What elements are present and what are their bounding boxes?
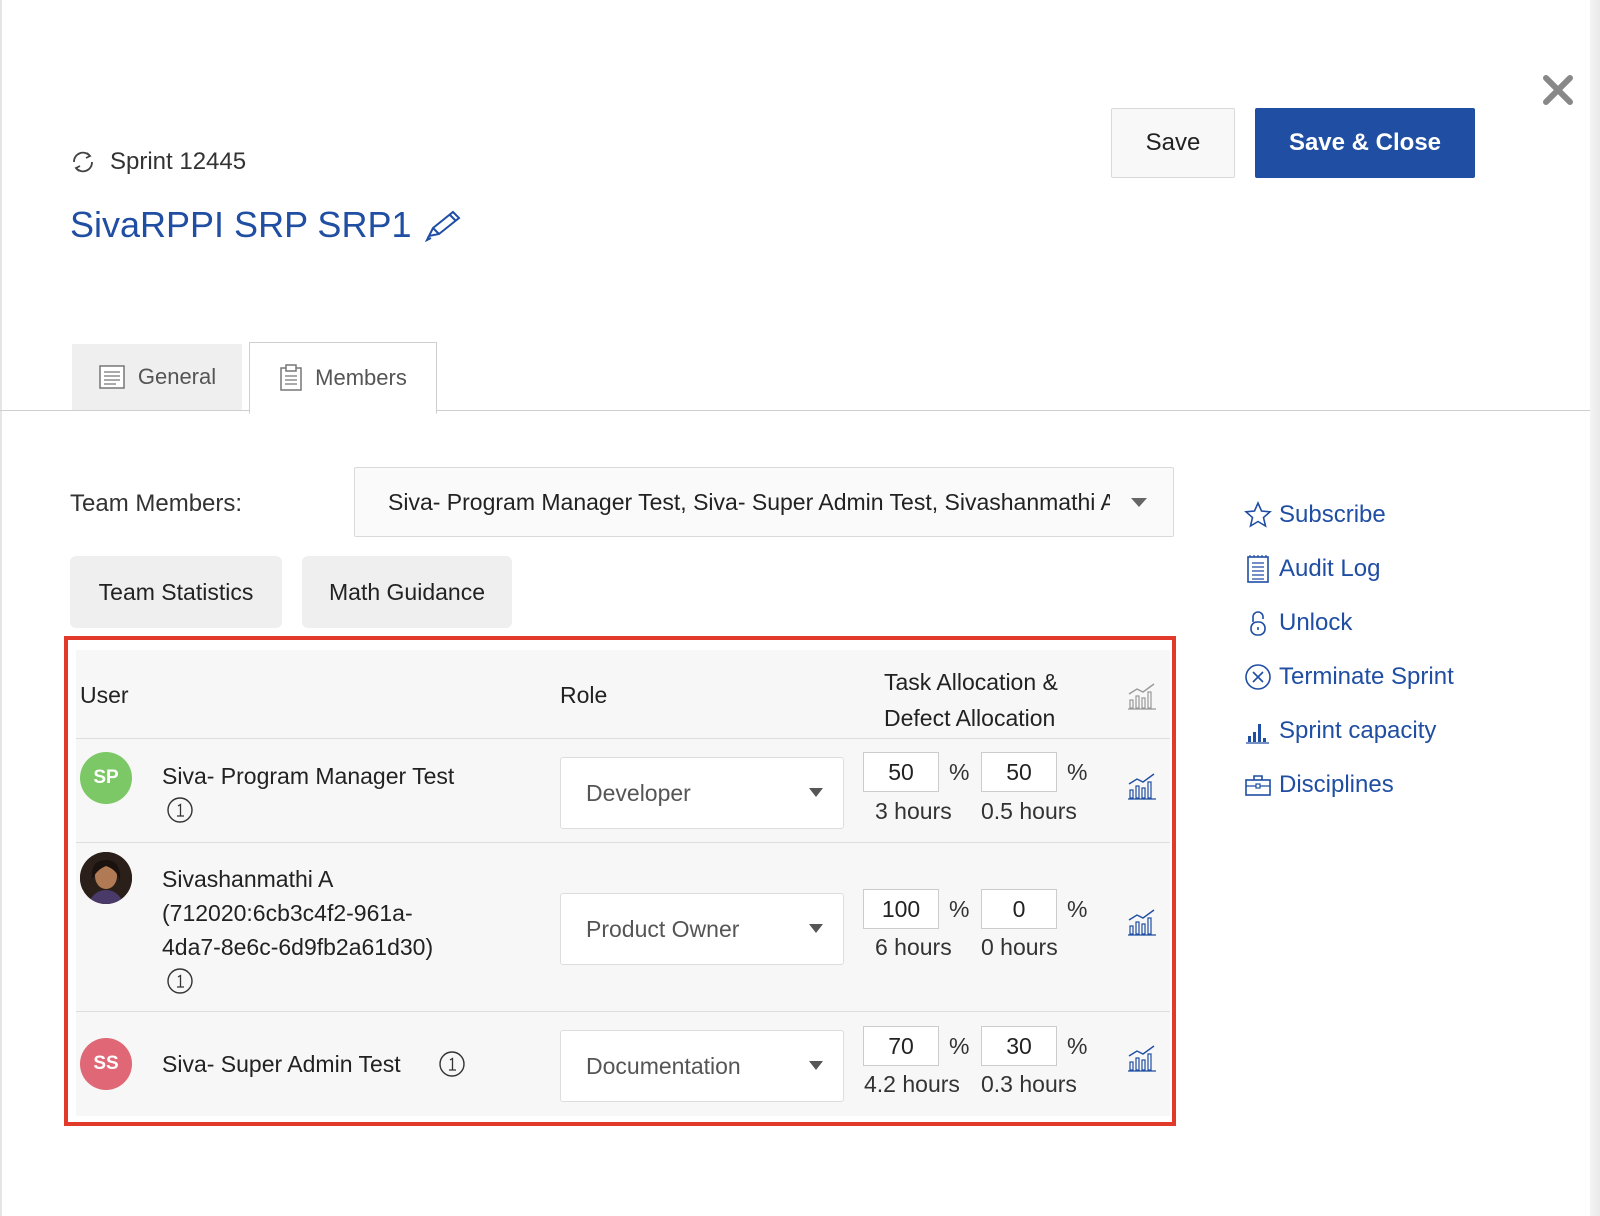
avatar-initials: SP <box>93 767 119 788</box>
user-name: Siva- Super Admin Test <box>162 1047 401 1081</box>
role-select[interactable]: Documentation <box>560 1030 844 1102</box>
role-value: Product Owner <box>586 915 740 942</box>
unlock-label: Unlock <box>1279 609 1353 636</box>
lock-icon <box>1250 611 1266 636</box>
title-row: SivaRPPI SRP SRP1 <box>70 204 463 246</box>
notepad-icon <box>1247 555 1269 583</box>
team-members-value: Siva- Program Manager Test, Siva- Super … <box>388 488 1110 515</box>
user-name: Siva- Program Manager Test <box>162 759 454 793</box>
sprint-capacity-label: Sprint capacity <box>1279 717 1437 744</box>
task-hours: 4.2 hours <box>864 1071 960 1097</box>
defect-allocation-input[interactable]: 0 <box>981 889 1057 929</box>
percent-sign: % <box>949 1033 970 1059</box>
info-icon[interactable] <box>166 967 194 995</box>
row-divider <box>76 842 1170 843</box>
terminate-sprint-link[interactable]: Terminate Sprint <box>1243 650 1454 704</box>
page-title: SivaRPPI SRP SRP1 <box>70 204 412 245</box>
percent-sign: % <box>1067 896 1088 922</box>
avatar <box>80 852 132 904</box>
close-icon[interactable] <box>1540 72 1576 108</box>
defect-hours: 0 hours <box>981 934 1058 960</box>
user-name-line: Sivashanmathi A <box>162 866 334 892</box>
briefcase-icon <box>1245 775 1271 796</box>
task-hours: 6 hours <box>875 934 952 960</box>
avatar: SS <box>80 1038 132 1090</box>
save-button[interactable]: Save <box>1111 108 1235 178</box>
role-select[interactable]: Developer <box>560 757 844 829</box>
row-divider <box>76 738 1170 739</box>
bar-chart-icon <box>1246 724 1269 744</box>
terminate-sprint-label: Terminate Sprint <box>1279 663 1454 690</box>
tabs-divider <box>0 410 1590 411</box>
tab-general-label: General <box>137 364 217 389</box>
user-name: Sivashanmathi A (712020:6cb3c4f2-961a- 4… <box>162 862 433 964</box>
header-allocation-line2: Defect Allocation <box>884 705 1056 731</box>
percent-sign: % <box>1067 759 1088 785</box>
header-allocation-line1: Task Allocation & <box>884 669 1058 695</box>
row-divider <box>76 1011 1170 1012</box>
defect-allocation-input[interactable]: 30 <box>981 1026 1057 1066</box>
chart-icon[interactable] <box>1126 680 1158 712</box>
sprint-capacity-link[interactable]: Sprint capacity <box>1243 704 1454 758</box>
avatar-initials: SS <box>93 1053 119 1074</box>
circle-x-icon <box>1245 664 1271 690</box>
star-icon <box>1244 501 1272 528</box>
chart-icon[interactable] <box>1126 770 1158 802</box>
user-name-line: Siva- Super Admin Test <box>162 1051 401 1077</box>
audit-log-label: Audit Log <box>1279 555 1381 582</box>
percent-sign: % <box>1067 1033 1088 1059</box>
sprint-label-row: Sprint 12445 <box>70 148 246 176</box>
header-role: Role <box>560 682 608 708</box>
percent-sign: % <box>949 759 970 785</box>
info-icon[interactable] <box>438 1050 466 1078</box>
chart-icon[interactable] <box>1126 1042 1158 1074</box>
team-members-select[interactable]: Siva- Program Manager Test, Siva- Super … <box>354 467 1174 537</box>
header-allocation: Task Allocation & Defect Allocation <box>884 664 1058 736</box>
defect-hours: 0.3 hours <box>981 1071 1077 1097</box>
sprint-cycle-icon <box>73 151 93 173</box>
disciplines-link[interactable]: Disciplines <box>1243 758 1454 812</box>
side-actions: Subscribe Audit Log Unlock Terminate Spr… <box>1243 488 1454 812</box>
user-name-line: Siva- Program Manager Test <box>162 763 455 789</box>
avatar: SP <box>80 752 132 804</box>
tab-members-label: Members <box>315 365 407 390</box>
task-allocation-input[interactable]: 50 <box>863 752 939 792</box>
chevron-down-icon <box>809 1061 823 1070</box>
right-edge-shadow <box>1590 0 1600 1216</box>
team-statistics-button[interactable]: Team Statistics <box>70 556 282 628</box>
tab-general[interactable]: General <box>72 344 242 410</box>
chevron-down-icon <box>809 924 823 933</box>
team-members-label: Team Members: <box>70 490 243 517</box>
audit-log-link[interactable]: Audit Log <box>1243 542 1454 596</box>
left-edge-border <box>0 0 2 1216</box>
task-allocation-input[interactable]: 100 <box>863 889 939 929</box>
subscribe-link[interactable]: Subscribe <box>1243 488 1454 542</box>
pencil-icon[interactable] <box>423 208 463 242</box>
sprint-label: Sprint 12445 <box>110 148 247 175</box>
math-guidance-button[interactable]: Math Guidance <box>302 556 512 628</box>
user-name-line: (712020:6cb3c4f2-961a- <box>162 900 413 926</box>
document-icon <box>99 365 125 389</box>
defect-hours: 0.5 hours <box>981 798 1077 824</box>
task-allocation-input[interactable]: 70 <box>863 1026 939 1066</box>
percent-sign: % <box>949 896 970 922</box>
info-icon[interactable] <box>166 796 194 824</box>
chevron-down-icon <box>1131 498 1147 507</box>
role-value: Documentation <box>586 1052 741 1079</box>
role-select[interactable]: Product Owner <box>560 893 844 965</box>
chart-icon[interactable] <box>1126 906 1158 938</box>
save-and-close-button[interactable]: Save & Close <box>1255 108 1475 178</box>
subscribe-label: Subscribe <box>1279 501 1386 528</box>
role-value: Developer <box>586 779 691 806</box>
header-user: User <box>80 682 129 708</box>
chevron-down-icon <box>809 788 823 797</box>
user-photo-icon <box>80 852 132 904</box>
clipboard-icon <box>280 364 302 391</box>
task-hours: 3 hours <box>875 798 952 824</box>
disciplines-label: Disciplines <box>1279 771 1394 798</box>
defect-allocation-input[interactable]: 50 <box>981 752 1057 792</box>
user-name-line: 4da7-8e6c-6d9fb2a61d30) <box>162 934 434 960</box>
tab-members[interactable]: Members <box>249 342 437 414</box>
unlock-link[interactable]: Unlock <box>1243 596 1454 650</box>
